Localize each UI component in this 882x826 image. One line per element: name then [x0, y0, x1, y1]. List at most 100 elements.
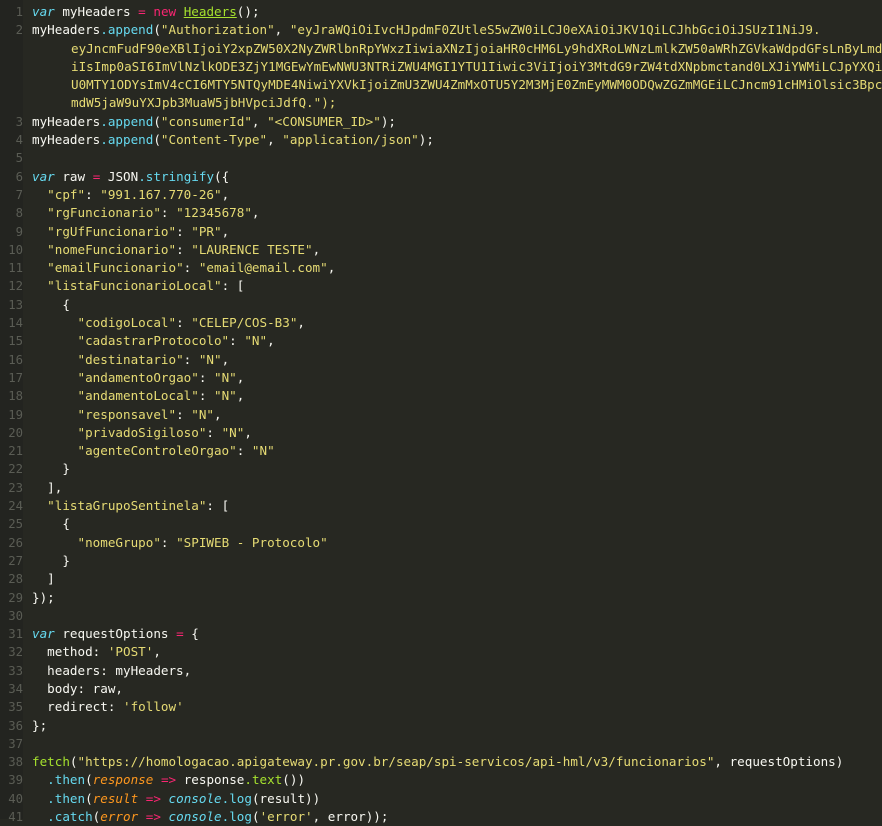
code-line-content[interactable]: .then(result => console.log(result))	[23, 790, 882, 808]
code-line-content[interactable]: fetch("https://homologacao.apigateway.pr…	[23, 753, 882, 771]
code-line[interactable]: 1 var myHeaders = new Headers();	[0, 3, 882, 21]
code-line-content[interactable]: eyJncmFudF90eXBlIjoiY2xpZW50X2NyZWRlbnRp…	[23, 40, 882, 58]
code-line-content[interactable]: "nomeFuncionario": "LAURENCE TESTE",	[23, 241, 882, 259]
code-line[interactable]: 18 "andamentoLocal": "N",	[0, 387, 882, 405]
code-line[interactable]: 19 "responsavel": "N",	[0, 406, 882, 424]
code-line-content[interactable]: };	[23, 717, 882, 735]
line-number: 25	[8, 517, 23, 532]
code-line-content[interactable]: "cpf": "991.167.770-26",	[23, 186, 882, 204]
code-line-content[interactable]: "listaGrupoSentinela": [	[23, 497, 882, 515]
code-line-content[interactable]: {	[23, 515, 882, 533]
code-line[interactable]: 5	[0, 149, 882, 167]
code-line-content[interactable]: });	[23, 589, 882, 607]
code-line-content[interactable]: "responsavel": "N",	[23, 406, 882, 424]
code-line[interactable]: 9 "rgUfFuncionario": "PR",	[0, 223, 882, 241]
code-line[interactable]: 24 "listaGrupoSentinela": [	[0, 497, 882, 515]
code-token-punc: ,	[153, 644, 161, 660]
code-line-content[interactable]: myHeaders.append("consumerId", "<CONSUME…	[23, 113, 882, 131]
code-line[interactable]: U0MTY1ODYsImV4cCI6MTY5NTQyMDE4NiwiYXVkIj…	[0, 76, 882, 94]
code-line-content[interactable]: method: 'POST',	[23, 643, 882, 661]
code-token-punc: ,	[274, 22, 290, 38]
code-line[interactable]: 21 "agenteControleOrgao": "N"	[0, 442, 882, 460]
code-line-content[interactable]: "listaFuncionarioLocal": [	[23, 277, 882, 295]
code-line-content[interactable]: "rgFuncionario": "12345678",	[23, 204, 882, 222]
code-line[interactable]: 23 ],	[0, 479, 882, 497]
code-line[interactable]: iIsImp0aSI6ImVlNzlkODE3ZjY1MGEwYmEwNWU3N…	[0, 58, 882, 76]
code-line-content[interactable]: myHeaders.append("Authorization", "eyJra…	[23, 21, 882, 39]
code-line[interactable]: 25 {	[0, 515, 882, 533]
code-line[interactable]: 28 ]	[0, 570, 882, 588]
code-line-content[interactable]: headers: myHeaders,	[23, 662, 882, 680]
code-line-content[interactable]: body: raw,	[23, 680, 882, 698]
code-line[interactable]: eyJncmFudF90eXBlIjoiY2xpZW50X2NyZWRlbnRp…	[0, 40, 882, 58]
code-line[interactable]: 32 method: 'POST',	[0, 643, 882, 661]
line-number: 19	[8, 407, 23, 422]
code-token-str: "991.167.770-26"	[100, 186, 222, 202]
code-line-content[interactable]: .then(response => response.text())	[23, 771, 882, 789]
code-line[interactable]: 39 .then(response => response.text())	[0, 771, 882, 789]
code-line-content[interactable]: "andamentoOrgao": "N",	[23, 369, 882, 387]
code-line-content[interactable]: {	[23, 296, 882, 314]
code-line[interactable]: 30	[0, 607, 882, 625]
code-line[interactable]: 15 "cadastrarProtocolo": "N",	[0, 332, 882, 350]
code-line[interactable]: 38 fetch("https://homologacao.apigateway.…	[0, 753, 882, 771]
code-line-content[interactable]: ],	[23, 479, 882, 497]
code-line[interactable]: 17 "andamentoOrgao": "N",	[0, 369, 882, 387]
code-token-punc: ,	[251, 113, 268, 129]
code-line-content[interactable]: U0MTY1ODYsImV4cCI6MTY5NTQyMDE4NiwiYXVkIj…	[23, 76, 882, 94]
code-line[interactable]: 26 "nomeGrupo": "SPIWEB - Protocolo"	[0, 534, 882, 552]
code-token-str: eyJncmFudF90eXBlIjoiY2xpZW50X2NyZWRlbnRp…	[71, 40, 882, 56]
code-line[interactable]: 13 {	[0, 296, 882, 314]
code-line[interactable]: 2 myHeaders.append("Authorization", "eyJr…	[0, 21, 882, 39]
code-lines-container[interactable]: 1 var myHeaders = new Headers(); 2 myHeader…	[0, 3, 882, 826]
code-line[interactable]: 22 }	[0, 460, 882, 478]
code-line[interactable]: 34 body: raw,	[0, 680, 882, 698]
code-line[interactable]: 16 "destinatario": "N",	[0, 351, 882, 369]
code-line-content[interactable]: "cadastrarProtocolo": "N",	[23, 332, 882, 350]
code-line-content[interactable]: myHeaders.append("Content-Type", "applic…	[23, 131, 882, 149]
code-line-content[interactable]: var raw = JSON.stringify({	[23, 168, 882, 186]
code-line[interactable]: 10 "nomeFuncionario": "LAURENCE TESTE",	[0, 241, 882, 259]
code-line[interactable]: 20 "privadoSigiloso": "N",	[0, 424, 882, 442]
code-line-content[interactable]: var myHeaders = new Headers();	[23, 3, 882, 21]
code-line-content[interactable]: "nomeGrupo": "SPIWEB - Protocolo"	[23, 534, 882, 552]
code-token-punc: ]	[32, 571, 55, 587]
code-line[interactable]: 4 myHeaders.append("Content-Type", "appli…	[0, 131, 882, 149]
code-line[interactable]: mdW5jaW9uYXJpb3MuaW5jbHVpciJdfQ.");	[0, 94, 882, 112]
code-line[interactable]: 6 var raw = JSON.stringify({	[0, 168, 882, 186]
code-line[interactable]: 11 "emailFuncionario": "email@email.com"…	[0, 259, 882, 277]
code-line-content[interactable]: "codigoLocal": "CELEP/COS-B3",	[23, 314, 882, 332]
code-line-content[interactable]: "agenteControleOrgao": "N"	[23, 442, 882, 460]
code-line-content[interactable]: "destinatario": "N",	[23, 351, 882, 369]
code-token-pln	[161, 809, 169, 824]
code-line-content[interactable]: redirect: 'follow'	[23, 698, 882, 716]
code-line[interactable]: 41 .catch(error => console.log('error', …	[0, 808, 882, 826]
code-line[interactable]: 7 "cpf": "991.167.770-26",	[0, 186, 882, 204]
code-line[interactable]: 29});	[0, 589, 882, 607]
code-line[interactable]: 40 .then(result => console.log(result))	[0, 790, 882, 808]
code-line[interactable]: 36};	[0, 717, 882, 735]
code-line[interactable]: 14 "codigoLocal": "CELEP/COS-B3",	[0, 314, 882, 332]
code-line[interactable]: 27 }	[0, 552, 882, 570]
code-line-content[interactable]: ]	[23, 570, 882, 588]
code-line[interactable]: 3 myHeaders.append("consumerId", "<CONSUM…	[0, 113, 882, 131]
code-line[interactable]: 8 "rgFuncionario": "12345678",	[0, 204, 882, 222]
code-line[interactable]: 37	[0, 735, 882, 753]
line-number: 32	[8, 645, 23, 660]
code-line-content[interactable]: "emailFuncionario": "email@email.com",	[23, 259, 882, 277]
code-line-content[interactable]: mdW5jaW9uYXJpb3MuaW5jbHVpciJdfQ.");	[23, 94, 882, 112]
code-snippet-viewer[interactable]: 1 var myHeaders = new Headers(); 2 myHeader…	[0, 0, 882, 824]
code-line-content[interactable]: "rgUfFuncionario": "PR",	[23, 223, 882, 241]
code-line-content[interactable]: "andamentoLocal": "N",	[23, 387, 882, 405]
code-line-content[interactable]: }	[23, 552, 882, 570]
code-line[interactable]: 31 var requestOptions = {	[0, 625, 882, 643]
code-line-content[interactable]: }	[23, 460, 882, 478]
code-line[interactable]: 12 "listaFuncionarioLocal": [	[0, 277, 882, 295]
code-line-content[interactable]: "privadoSigiloso": "N",	[23, 424, 882, 442]
code-line[interactable]: 33 headers: myHeaders,	[0, 662, 882, 680]
code-line-content[interactable]: var requestOptions = {	[23, 625, 882, 643]
code-line-content[interactable]: .catch(error => console.log('error', err…	[23, 808, 882, 826]
code-token-punc: : [	[221, 278, 245, 294]
code-line[interactable]: 35 redirect: 'follow'	[0, 698, 882, 716]
code-line-content[interactable]: iIsImp0aSI6ImVlNzlkODE3ZjY1MGEwYmEwNWU3N…	[23, 58, 882, 76]
